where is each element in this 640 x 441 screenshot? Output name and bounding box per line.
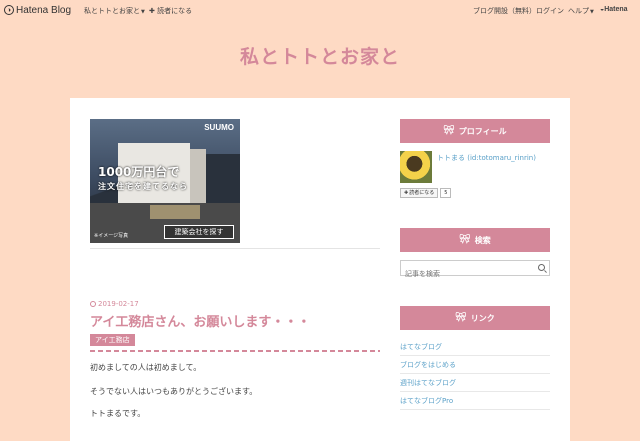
blog-menu-label: 私とトトとお家と [84,7,140,15]
blog-title[interactable]: 私とトトとお家と [0,42,640,69]
link-item-pro[interactable]: はてなブログPro [400,392,550,410]
plus-icon: ✚ [404,189,409,196]
top-navbar: ◑ Hatena Blog 私とトトとお家と▼ ✚ 読者になる ブログ開設（無料… [0,0,640,20]
follow-widget: ✚ 読者になる 5 [400,187,452,198]
links-heading: 🎀︎ リンク [400,306,550,330]
help-menu[interactable]: ヘルプ▼ [568,6,594,16]
category-tag[interactable]: アイ工務店 [90,334,135,346]
entry-paragraph: 初めましての人は初めまして。 [90,363,202,372]
profile-heading-text: プロフィール [458,126,507,136]
entry-paragraph: そうでない人はいつもありがとうございます。 [90,387,258,396]
ad-brand: SUUMO [204,123,234,132]
clock-icon [90,301,96,307]
ribbon-icon: 🎀︎ [459,235,471,245]
hatena-blog-logo[interactable]: ◑ Hatena Blog [4,4,71,16]
entry-title[interactable]: アイ工務店さん、お願いします・・・ [90,311,310,330]
subscribe-link[interactable]: ✚ 読者になる [149,6,192,16]
entry-date[interactable]: 2019-02-17 [90,300,139,308]
hatena-logo-icon: ◑ [4,5,14,15]
divider [90,248,380,249]
follower-count: 5 [440,187,452,198]
blog-menu[interactable]: 私とトトとお家と▼ [84,6,145,16]
dashed-divider [90,350,380,352]
profile-name-link[interactable]: トトまる (id:totomaru_rinrin) [437,153,536,163]
entry-paragraph: トトまるです。 [90,409,146,418]
profile-heading: 🎀︎ プロフィール [400,119,550,143]
ad-cta-button[interactable]: 建築会社を探す [164,225,234,239]
entry-date-text: 2019-02-17 [98,300,139,308]
ad-house-side [190,149,206,203]
search-icon[interactable] [538,264,545,271]
chevron-down-icon: ▼ [590,9,594,15]
avatar[interactable] [400,151,432,183]
ribbon-icon: 🎀︎ [455,313,467,323]
follow-label: 読者になる [409,190,435,196]
search-heading: 🎀︎ 検索 [400,228,550,252]
ad-note: ※イメージ写真 [94,233,129,239]
links-heading-text: リンク [470,313,495,323]
logo-text: Hatena Blog [16,4,72,16]
search-input[interactable] [401,267,531,281]
hatena-label: Hatena [604,6,628,13]
start-blog-link[interactable]: ブログ開設（無料） [473,6,536,16]
hatena-link[interactable]: ◒Hatena [600,6,628,13]
content-card: SUUMO 1000万円台で 注文住宅を建てるなら ※イメージ写真 建築会社を探… [70,98,570,441]
ad-light [150,205,200,219]
login-link[interactable]: ログイン [536,6,564,16]
ad-banner[interactable]: SUUMO 1000万円台で 注文住宅を建てるなら ※イメージ写真 建築会社を探… [90,119,240,243]
ad-headline: 1000万円台で [98,165,180,179]
ribbon-icon: 🎀︎ [443,126,455,136]
search-box [400,260,550,281]
link-item-start-blog[interactable]: ブログをはじめる [400,356,550,374]
link-item-weekly[interactable]: 週刊はてなブログ [400,374,550,392]
search-heading-text: 検索 [474,235,491,245]
help-label: ヘルプ [568,7,589,15]
link-item-hatena-blog[interactable]: はてなブログ [400,338,550,356]
follow-button[interactable]: ✚ 読者になる [400,187,439,198]
chevron-down-icon: ▼ [141,9,145,15]
ad-subline: 注文住宅を建てるなら [98,182,188,191]
